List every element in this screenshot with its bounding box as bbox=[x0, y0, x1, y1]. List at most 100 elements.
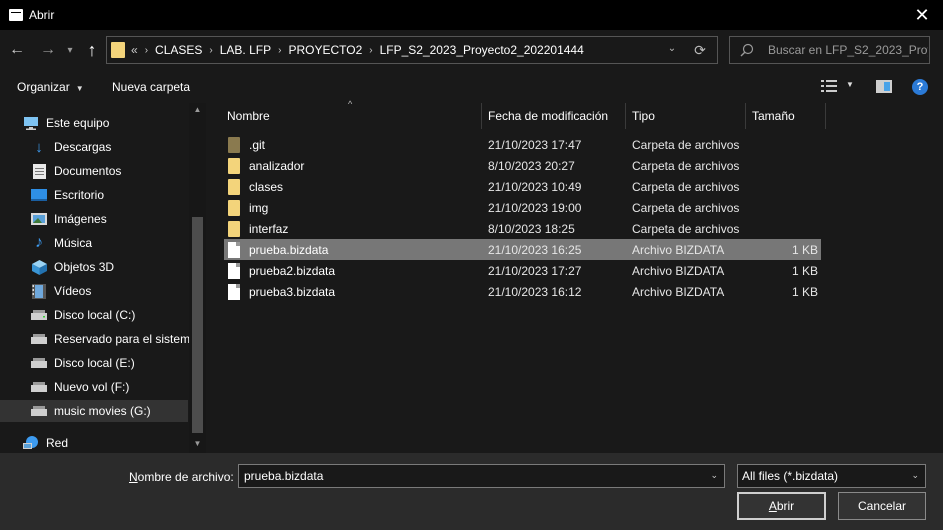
filename-label-text: ombre de archivo: bbox=[137, 470, 234, 484]
sidebar-item-drive-c[interactable]: Disco local (C:) bbox=[0, 304, 188, 326]
pictures-icon bbox=[31, 212, 47, 226]
column-header-modified[interactable]: Fecha de modificación bbox=[482, 103, 626, 129]
sidebar-item-music[interactable]: ♪ Música bbox=[0, 232, 188, 254]
sidebar-item-desktop[interactable]: Escritorio bbox=[0, 184, 188, 206]
sidebar-item-label: Vídeos bbox=[54, 284, 92, 298]
file-name: prueba2.bizdata bbox=[249, 263, 336, 278]
filename-label: Nombre de archivo: bbox=[129, 470, 234, 484]
recent-locations-chevron-icon[interactable]: ▾ bbox=[63, 40, 77, 60]
scroll-up-arrow-icon[interactable]: ▲ bbox=[189, 105, 206, 117]
table-row[interactable]: .git 21/10/2023 17:47 Carpeta de archivo… bbox=[224, 134, 821, 155]
breadcrumb-item[interactable]: LAB. LFP bbox=[220, 43, 271, 57]
column-label: Fecha de modificación bbox=[488, 109, 609, 123]
table-row-selected[interactable]: prueba.bizdata 21/10/2023 16:25 Archivo … bbox=[224, 239, 821, 260]
chevron-down-icon[interactable]: ⌄ bbox=[911, 470, 919, 481]
breadcrumb-item[interactable]: PROYECTO2 bbox=[288, 43, 362, 57]
open-button[interactable]: Abrir bbox=[737, 492, 826, 520]
window-title: Abrir bbox=[29, 8, 55, 22]
sidebar-item-videos[interactable]: Vídeos bbox=[0, 280, 188, 302]
help-icon[interactable]: ? bbox=[912, 79, 928, 95]
table-row[interactable]: interfaz 8/10/2023 18:25 Carpeta de arch… bbox=[224, 218, 821, 239]
refresh-icon[interactable]: ⟳ bbox=[683, 37, 717, 63]
file-type: Carpeta de archivos bbox=[632, 221, 740, 236]
sidebar-item-label: music movies (G:) bbox=[54, 404, 151, 418]
scroll-down-arrow-icon[interactable]: ▼ bbox=[189, 439, 206, 451]
sidebar-item-drive-g[interactable]: music movies (G:) bbox=[0, 400, 188, 422]
file-type: Carpeta de archivos bbox=[632, 158, 740, 173]
column-label: Tamaño bbox=[752, 109, 795, 123]
organize-label: Organizar bbox=[17, 80, 70, 94]
file-type: Carpeta de archivos bbox=[632, 179, 740, 194]
sidebar-item-network[interactable]: Red bbox=[0, 432, 188, 453]
file-list: ^ Nombre Fecha de modificación Tipo Tama… bbox=[206, 99, 943, 453]
breadcrumb-overflow[interactable]: « bbox=[131, 43, 138, 57]
file-name: interfaz bbox=[249, 221, 289, 236]
table-row[interactable]: prueba3.bizdata 21/10/2023 16:12 Archivo… bbox=[224, 281, 821, 302]
file-name: clases bbox=[249, 179, 284, 194]
file-name-cell: prueba3.bizdata bbox=[228, 281, 335, 302]
breadcrumb-separator-icon[interactable]: › bbox=[278, 45, 281, 56]
file-name-cell: interfaz bbox=[228, 218, 288, 239]
sidebar-item-drive-e[interactable]: Disco local (E:) bbox=[0, 352, 188, 374]
file-type-select[interactable]: All files (*.bizdata) ⌄ bbox=[737, 464, 926, 488]
search-input[interactable] bbox=[768, 43, 928, 57]
address-bar[interactable]: « › CLASES › LAB. LFP › PROYECTO2 › LFP_… bbox=[106, 36, 718, 64]
up-arrow-icon[interactable]: ↑ bbox=[83, 40, 101, 60]
breadcrumb-item[interactable]: LFP_S2_2023_Proyecto2_202201444 bbox=[380, 43, 584, 57]
preview-pane-icon[interactable] bbox=[876, 80, 892, 93]
column-header-name[interactable]: Nombre bbox=[221, 103, 482, 129]
column-header-type[interactable]: Tipo bbox=[626, 103, 746, 129]
scrollbar-thumb[interactable] bbox=[192, 217, 203, 433]
download-icon: ↓ bbox=[35, 138, 43, 156]
window-icon bbox=[9, 9, 23, 21]
breadcrumb-separator-icon[interactable]: › bbox=[145, 45, 148, 56]
file-icon bbox=[228, 283, 240, 300]
file-type: Archivo BIZDATA bbox=[632, 284, 725, 299]
search-box[interactable] bbox=[729, 36, 930, 64]
table-row[interactable]: img 21/10/2023 19:00 Carpeta de archivos bbox=[224, 197, 821, 218]
sidebar-item-label: Red bbox=[46, 436, 69, 450]
sidebar-item-downloads[interactable]: ↓ Descargas bbox=[0, 136, 188, 158]
sidebar-item-documents[interactable]: Documentos bbox=[0, 160, 188, 182]
breadcrumb-item[interactable]: CLASES bbox=[155, 43, 202, 57]
navigation-pane-scrollbar[interactable]: ▲ ▼ bbox=[189, 103, 206, 453]
sidebar-item-label: Escritorio bbox=[54, 188, 105, 202]
column-label: Tipo bbox=[632, 109, 655, 123]
file-name-cell: prueba.bizdata bbox=[228, 239, 328, 260]
sidebar-item-3d-objects[interactable]: Objetos 3D bbox=[0, 256, 188, 278]
open-label: brir bbox=[776, 499, 795, 513]
file-type-value: All files (*.bizdata) bbox=[742, 469, 839, 483]
sidebar-item-drive-f[interactable]: Nuevo vol (F:) bbox=[0, 376, 188, 398]
file-type: Carpeta de archivos bbox=[632, 200, 740, 215]
drive-icon bbox=[31, 380, 47, 394]
breadcrumb-separator-icon[interactable]: › bbox=[369, 45, 372, 56]
file-modified: 21/10/2023 10:49 bbox=[488, 179, 582, 194]
back-arrow-icon[interactable]: ← bbox=[7, 40, 27, 60]
sidebar-item-system-reserved[interactable]: Reservado para el sistema bbox=[0, 328, 197, 350]
column-header-size[interactable]: Tamaño bbox=[746, 103, 826, 129]
forward-arrow-icon[interactable]: → bbox=[38, 40, 58, 60]
folder-icon bbox=[111, 42, 125, 58]
table-row[interactable]: clases 21/10/2023 10:49 Carpeta de archi… bbox=[224, 176, 821, 197]
sidebar-item-pictures[interactable]: Imágenes bbox=[0, 208, 188, 230]
view-options-chevron-icon[interactable]: ▼ bbox=[846, 80, 854, 89]
column-label: Nombre bbox=[227, 109, 270, 123]
close-icon[interactable]: ✕ bbox=[907, 2, 937, 28]
drive-icon bbox=[31, 332, 47, 346]
cancel-button[interactable]: Cancelar bbox=[838, 492, 926, 520]
filename-label-accesskey: N bbox=[129, 470, 138, 484]
navigation-pane: Este equipo ↓ Descargas Documentos Escri… bbox=[0, 103, 206, 453]
sidebar-item-label: Disco local (C:) bbox=[54, 308, 136, 322]
chevron-down-icon[interactable]: ⌄ bbox=[710, 470, 718, 481]
address-history-chevron-icon[interactable]: ⌄ bbox=[665, 43, 679, 54]
organize-button[interactable]: Organizar ▼ bbox=[17, 80, 84, 94]
drive-icon bbox=[31, 356, 47, 370]
breadcrumb-separator-icon[interactable]: › bbox=[209, 45, 212, 56]
table-row[interactable]: analizador 8/10/2023 20:27 Carpeta de ar… bbox=[224, 155, 821, 176]
sidebar-item-this-pc[interactable]: Este equipo bbox=[0, 112, 188, 134]
new-folder-button[interactable]: Nueva carpeta bbox=[112, 80, 190, 94]
navigation-bar: ← → ▾ ↑ « › CLASES › LAB. LFP › PROYECTO… bbox=[0, 30, 943, 70]
view-details-icon[interactable] bbox=[821, 80, 837, 92]
filename-field[interactable]: prueba.bizdata ⌄ bbox=[238, 464, 725, 488]
table-row[interactable]: prueba2.bizdata 21/10/2023 17:27 Archivo… bbox=[224, 260, 821, 281]
